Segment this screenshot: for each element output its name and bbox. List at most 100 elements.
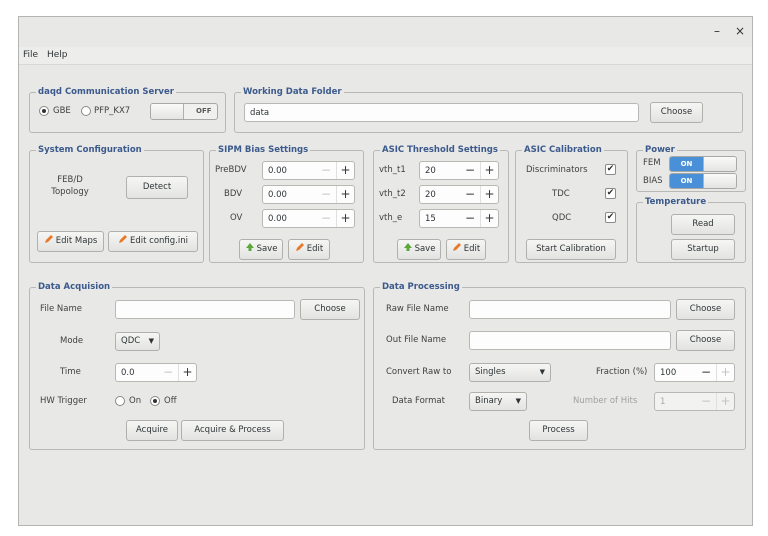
out-file-name-input[interactable] [469,331,671,350]
vth-e-increment[interactable]: + [480,210,498,227]
ov-decrement[interactable]: − [317,210,335,227]
acq-choose-button[interactable]: Choose [300,299,360,320]
comm-server-group: daqd Communication Server GBE PFP_KX7 OF… [29,86,226,133]
data-format-dropdown[interactable]: Binary ▼ [469,392,527,411]
gbe-label: GBE [53,106,71,116]
temperature-read-button[interactable]: Read [671,214,735,235]
edit-config-label: Edit config.ini [130,236,188,246]
acquire-button[interactable]: Acquire [126,420,178,441]
sipm-edit-button[interactable]: Edit [288,239,330,260]
raw-file-name-input[interactable] [469,300,671,319]
hw-trigger-on-radio[interactable] [115,396,125,406]
ov-spinner[interactable]: 0.00 − + [262,209,355,228]
system-config-group: System Configuration FEB/D Topology Dete… [29,144,204,263]
fraction-increment[interactable]: + [716,364,734,381]
prebdv-increment[interactable]: + [336,162,354,179]
fraction-value: 100 [660,368,677,378]
power-group: Power FEM ON BIAS ON [636,144,746,192]
prebdv-decrement[interactable]: − [317,162,335,179]
fraction-spinner[interactable]: 100 − + [654,363,735,382]
acquire-process-button[interactable]: Acquire & Process [181,420,284,441]
asic-save-button[interactable]: Save [397,239,441,260]
data-acquisition-group: Data Acquision File Name Choose Mode QDC… [29,281,365,450]
convert-dropdown[interactable]: Singles ▼ [469,363,551,382]
vth-t1-increment[interactable]: + [480,162,498,179]
vth-t1-spinner[interactable]: 20 − + [419,161,499,180]
bdv-spinner[interactable]: 0.00 − + [262,185,355,204]
menu-help[interactable]: Help [47,50,68,60]
folder-choose-button[interactable]: Choose [650,102,703,123]
vth-t1-decrement[interactable]: − [461,162,479,179]
number-of-hits-spinner[interactable]: 1 − + [654,392,735,411]
menu-file[interactable]: File [23,50,38,60]
discriminators-checkbox[interactable]: ✔ [605,164,616,175]
hits-decrement[interactable]: − [697,393,715,410]
sipm-save-button[interactable]: Save [239,239,283,260]
vth-e-decrement[interactable]: − [461,210,479,227]
time-spinner[interactable]: 0.0 − + [115,363,197,382]
time-decrement[interactable]: − [159,364,177,381]
fem-state: ON [670,157,703,171]
close-button[interactable]: × [735,25,745,37]
fem-label: FEM [643,158,661,168]
vth-t2-increment[interactable]: + [480,186,498,203]
ov-increment[interactable]: + [336,210,354,227]
process-button[interactable]: Process [529,420,588,441]
bdv-decrement[interactable]: − [317,186,335,203]
start-calibration-button[interactable]: Start Calibration [526,239,616,260]
switch-state-label: OFF [196,107,212,115]
time-increment[interactable]: + [178,364,196,381]
pfp-label: PFP_KX7 [94,106,131,116]
bias-switch[interactable]: ON [669,173,737,189]
sipm-bias-group: SIPM Bias Settings PreBDV 0.00 − + BDV 0… [209,144,364,263]
comm-server-switch[interactable]: OFF [150,103,218,120]
vth-t1-label: vth_t1 [379,165,406,175]
vth-e-spinner[interactable]: 15 − + [419,209,499,228]
chevron-down-icon: ▼ [539,368,545,376]
chevron-down-icon: ▼ [148,337,154,345]
bdv-value: 0.00 [268,190,287,200]
prebdv-spinner[interactable]: 0.00 − + [262,161,355,180]
out-file-name-label: Out File Name [386,335,447,345]
vth-e-value: 15 [425,214,436,224]
hw-trigger-on-label: On [129,396,142,406]
discriminators-label: Discriminators [526,165,588,175]
raw-choose-button[interactable]: Choose [676,299,735,320]
hw-trigger-off-radio[interactable] [150,396,160,406]
hits-increment[interactable]: + [716,393,734,410]
vth-e-label: vth_e [379,213,403,223]
vth-t2-decrement[interactable]: − [461,186,479,203]
menu-bar: File Help [19,47,752,65]
chevron-down-icon: ▼ [515,397,521,405]
gbe-radio[interactable] [39,106,49,116]
working-folder-group: Working Data Folder data Choose [234,86,743,133]
comm-server-title: daqd Communication Server [36,86,176,98]
data-processing-title: Data Processing [380,281,462,293]
prebdv-label: PreBDV [215,165,247,175]
hw-trigger-off-label: Off [164,396,177,406]
out-choose-button[interactable]: Choose [676,330,735,351]
qdc-checkbox[interactable]: ✔ [605,212,616,223]
time-label: Time [60,367,81,377]
edit-maps-button[interactable]: Edit Maps [37,231,104,252]
edit-config-button[interactable]: Edit config.ini [108,231,198,252]
acq-file-name-input[interactable] [115,300,295,319]
tdc-checkbox[interactable]: ✔ [605,188,616,199]
detect-button[interactable]: Detect [126,176,188,199]
fem-switch[interactable]: ON [669,156,737,172]
vth-t2-spinner[interactable]: 20 − + [419,185,499,204]
vth-t2-value: 20 [425,190,436,200]
temperature-startup-button[interactable]: Startup [671,239,735,260]
convert-raw-label: Convert Raw to [386,367,452,377]
working-folder-input[interactable]: data [244,103,639,122]
asic-edit-button[interactable]: Edit [446,239,486,260]
pfp-radio[interactable] [81,106,91,116]
fraction-decrement[interactable]: − [697,364,715,381]
fem-switch-knob [703,157,736,171]
asic-calibration-title: ASIC Calibration [522,144,604,156]
mode-dropdown[interactable]: QDC ▼ [115,332,160,351]
bdv-increment[interactable]: + [336,186,354,203]
asic-edit-label: Edit [463,244,481,254]
raw-file-name-label: Raw File Name [386,304,449,314]
minimize-button[interactable]: – [714,25,720,37]
